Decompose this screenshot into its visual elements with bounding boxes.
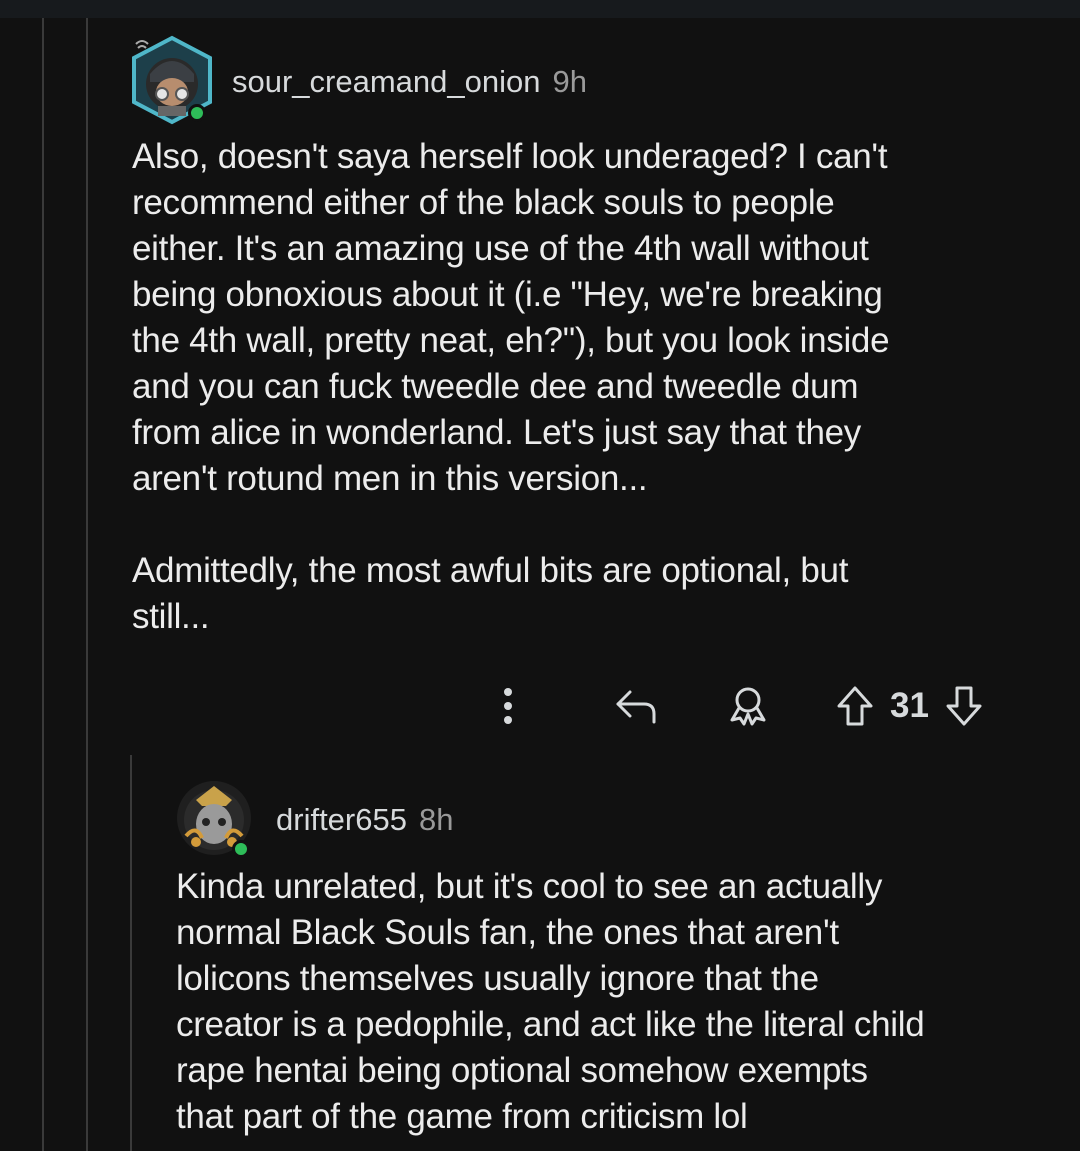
award-icon[interactable] [718, 676, 778, 736]
thread-line-parent[interactable] [86, 18, 88, 1151]
upvote-icon[interactable] [830, 676, 880, 736]
vote-count: 31 [890, 686, 929, 725]
comment-body: Kinda unrelated, but it's cool to see an… [176, 867, 925, 1136]
comment-body: Also, doesn't saya herself look underage… [132, 137, 890, 636]
avatar[interactable] [128, 34, 216, 126]
top-bar [0, 0, 1080, 18]
thread-line-reply[interactable] [130, 755, 132, 1151]
comment-actions: 31 [490, 676, 989, 736]
comment-header: sour_creamand_onion 9h [232, 64, 587, 100]
online-status-icon [232, 840, 250, 858]
more-options-icon[interactable] [490, 676, 526, 736]
timestamp: 9h [552, 64, 587, 99]
timestamp: 8h [418, 802, 454, 837]
reply-icon[interactable] [606, 676, 666, 736]
username[interactable]: sour_creamand_onion [232, 64, 541, 100]
online-status-icon [188, 104, 206, 122]
thread-line-outer[interactable] [42, 18, 44, 1151]
username[interactable]: drifter655 [276, 802, 407, 838]
avatar[interactable] [176, 780, 256, 860]
downvote-icon[interactable] [939, 676, 989, 736]
comment-header: drifter655 8h [276, 802, 453, 838]
